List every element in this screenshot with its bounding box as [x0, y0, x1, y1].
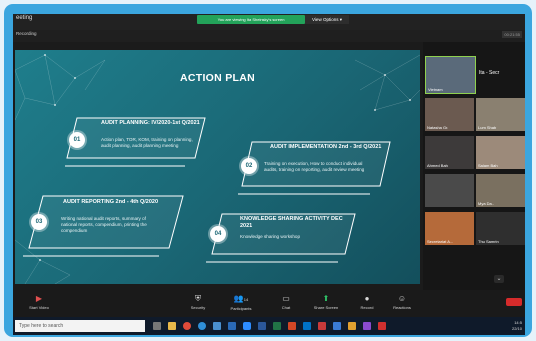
reactions-label: Reactions: [393, 305, 411, 310]
chrome-icon[interactable]: [183, 322, 191, 330]
meeting-header: Recording 00:21:55: [13, 30, 525, 42]
participants-icon: 👥14: [223, 294, 259, 304]
participant-gallery: Vietnam Ita - Secr Natasha Gr. Lum Shab …: [423, 42, 525, 290]
recording-indicator: Recording: [16, 31, 37, 36]
participant-name: Natasha Gr.: [427, 125, 449, 130]
participant-name: Ahmed Bah: [427, 163, 448, 168]
card-text: Action plan, TOR, KOM, training on plann…: [101, 137, 193, 148]
app-icon[interactable]: [318, 322, 326, 330]
card-title: AUDIT REPORTING 2nd - 4th Q/2020: [63, 199, 159, 205]
shared-slide: ACTION PLAN 01 AUDIT PLANNING: IV/2020-1…: [15, 50, 420, 284]
participant-name: Lum Shab: [478, 125, 497, 130]
slide-title: ACTION PLAN: [179, 72, 256, 84]
view-options-label: View Options: [312, 17, 339, 22]
taskbar-search-input[interactable]: Type here to search: [15, 320, 145, 332]
participant-tile[interactable]: Natasha Gr.: [425, 98, 474, 131]
security-button[interactable]: ⛨ Security: [183, 294, 213, 310]
reactions-icon: ☺: [397, 294, 407, 303]
card-text: Knowledge sharing workshop: [240, 234, 301, 239]
share-banner: You are viewing Ita Sheinsky's screen: [197, 15, 305, 24]
participant-name: Vietnam: [428, 87, 443, 92]
system-tray[interactable]: 14:5 22/10: [512, 320, 522, 331]
file-explorer-icon[interactable]: [168, 322, 176, 330]
meeting-timer: 00:21:55: [502, 31, 522, 38]
chat-label: Chat: [281, 305, 291, 310]
card-number: 01: [69, 132, 85, 148]
app-icon[interactable]: [363, 322, 371, 330]
gallery-scroll-down-button[interactable]: ⌄: [494, 275, 504, 283]
chevron-down-icon: ⌄: [496, 276, 502, 282]
chat-button[interactable]: ▭ Chat: [273, 294, 299, 310]
tray-time: 14:5: [514, 320, 522, 325]
meeting-toolbar: ▶ Start Video ⛨ Security 👥14 Participant…: [13, 290, 525, 317]
card-text: Writing national audit reports, summary …: [61, 216, 147, 233]
view-options-button[interactable]: View Options ▾: [305, 15, 349, 24]
participant-tile[interactable]: Thu Samrin: [476, 212, 525, 245]
tray-date: 22/10: [511, 325, 522, 331]
card-title: AUDIT IMPLEMENTATION 2nd - 3rd Q/2021: [270, 144, 382, 150]
start-video-label: Start Video: [29, 305, 49, 310]
store-icon[interactable]: [213, 322, 221, 330]
share-screen-label: Share Screen: [313, 305, 339, 310]
card-audit-planning: 01 AUDIT PLANNING: IV/2020-1st Q/2021 Ac…: [55, 110, 215, 180]
card-knowledge-sharing: 04 KNOWLEDGE SHARING ACTIVITY DEC 2021 K…: [200, 208, 365, 276]
card-audit-reporting: 03 AUDIT REPORTING 2nd - 4th Q/2020 Writ…: [19, 190, 189, 268]
participant-tile[interactable]: [425, 174, 474, 207]
shield-icon: ⛨: [195, 294, 201, 303]
participant-tile[interactable]: Salam Bah: [476, 136, 525, 169]
participant-count: 14: [243, 297, 249, 302]
participant-tile[interactable]: Secretariat A...: [425, 212, 474, 245]
leave-button[interactable]: [506, 298, 522, 306]
powerpoint-icon[interactable]: [288, 322, 296, 330]
card-number: 03: [31, 214, 47, 230]
card-audit-implementation: 02 AUDIT IMPLEMENTATION 2nd - 3rd Q/2021…: [230, 134, 400, 206]
app-icon[interactable]: [378, 322, 386, 330]
active-speaker-name: Ita - Secr: [479, 70, 500, 76]
window-title: eeting: [16, 15, 33, 21]
zoom-app-icon[interactable]: [243, 322, 251, 330]
record-label: Record: [360, 305, 374, 310]
reactions-button[interactable]: ☺ Reactions: [387, 294, 417, 310]
edge-icon[interactable]: [198, 322, 206, 330]
excel-icon[interactable]: [273, 322, 281, 330]
participant-tile[interactable]: Vietnam: [425, 56, 476, 94]
participant-name: Mya Da..: [478, 201, 495, 206]
participant-tile[interactable]: Mya Da..: [476, 174, 525, 207]
video-off-icon: ▶: [35, 294, 43, 303]
windows-taskbar: Type here to search 14:5 22/10: [13, 317, 525, 335]
card-number: 02: [241, 158, 257, 174]
outlook-icon[interactable]: [303, 322, 311, 330]
participant-tile[interactable]: Lum Shab: [476, 98, 525, 131]
security-label: Security: [190, 305, 206, 310]
record-icon: ●: [364, 294, 370, 303]
chat-icon: ▭: [282, 294, 290, 303]
participants-label: Participants: [230, 306, 252, 311]
title-bar: eeting You are viewing Ita Sheinsky's sc…: [13, 14, 525, 30]
card-number: 04: [210, 226, 226, 242]
zoom-window: eeting You are viewing Ita Sheinsky's sc…: [13, 14, 525, 335]
device-frame: eeting You are viewing Ita Sheinsky's sc…: [4, 4, 532, 337]
task-view-icon[interactable]: [153, 322, 161, 330]
card-title: AUDIT PLANNING: IV/2020-1st Q/2021: [101, 120, 200, 126]
chevron-down-icon: ▾: [339, 17, 342, 22]
start-video-button[interactable]: ▶ Start Video: [21, 294, 57, 310]
participants-button[interactable]: 👥14 Participants: [223, 294, 259, 311]
app-icon[interactable]: [348, 322, 356, 330]
share-screen-icon: ⬆: [322, 294, 330, 303]
participants-glyph: 👥: [233, 294, 244, 303]
app-icon[interactable]: [333, 322, 341, 330]
word-icon[interactable]: [258, 322, 266, 330]
record-button[interactable]: ● Record: [353, 294, 381, 310]
share-screen-button[interactable]: ⬆ Share Screen: [309, 294, 343, 310]
card-title: KNOWLEDGE SHARING ACTIVITY DEC 2021: [240, 216, 343, 229]
participant-name: Thu Samrin: [478, 239, 499, 244]
participant-name: Secretariat A...: [427, 239, 454, 244]
participant-tile[interactable]: Ahmed Bah: [425, 136, 474, 169]
participant-name: Salam Bah: [478, 163, 498, 168]
mail-icon[interactable]: [228, 322, 236, 330]
card-text: Training on execution, How to conduct in…: [264, 161, 365, 172]
